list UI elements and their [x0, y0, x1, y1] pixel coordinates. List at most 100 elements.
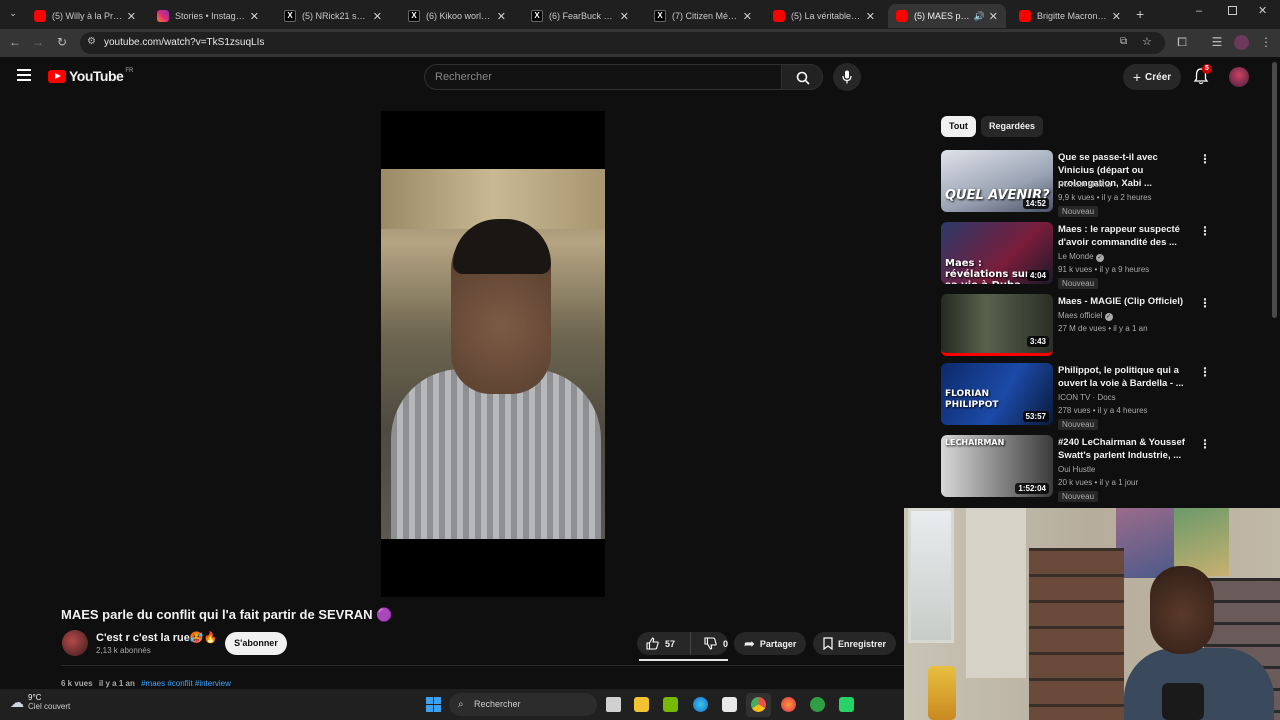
share-icon: ➦	[744, 635, 755, 651]
file-explorer-icon[interactable]	[634, 697, 649, 712]
recommendation-title[interactable]: #240 LeChairman & Youssef Swatt's parlen…	[1058, 436, 1193, 462]
recommendation-channel[interactable]: Romain Molina	[1058, 180, 1111, 189]
extensions-icon[interactable]: ⧠	[1174, 35, 1190, 50]
share-button[interactable]: ➦ Partager	[734, 632, 807, 655]
audio-playing-icon[interactable]: 🔊	[974, 11, 985, 22]
youtube-header: YouTube FR Rechercher + Créer 5	[0, 57, 1280, 97]
save-button[interactable]: Enregistrer	[813, 632, 897, 655]
close-tab-icon[interactable]: ✕	[743, 10, 752, 23]
install-app-icon[interactable]: ⧉	[1120, 36, 1127, 47]
search-input[interactable]: Rechercher	[424, 64, 782, 90]
video-thumbnail[interactable]: LECHAIRMAN 1:52:04	[941, 435, 1053, 497]
chip-watched[interactable]: Regardées	[981, 116, 1044, 137]
recommendation-item[interactable]: LECHAIRMAN 1:52:04 #240 LeChairman & You…	[941, 435, 1211, 502]
youtube-icon	[896, 10, 908, 22]
hashtags[interactable]: #maes #conflit #interview	[141, 679, 231, 688]
video-player[interactable]	[381, 111, 605, 597]
search-button[interactable]	[781, 64, 823, 90]
recommendation-item[interactable]: Maes : révélations sur sa vie à Duba 4:0…	[941, 222, 1211, 289]
like-button[interactable]: 57	[637, 632, 691, 655]
close-tab-icon[interactable]: ✕	[620, 10, 629, 23]
recommendation-channel[interactable]: Maes officiel ✓	[1058, 311, 1113, 321]
address-bar[interactable]: ⚙ youtube.com/watch?v=TkS1zsuqLIs ⧉ ☆	[80, 32, 1165, 54]
tab-search-button[interactable]: ⌄	[6, 8, 20, 22]
close-tab-icon[interactable]: ✕	[866, 10, 875, 23]
close-tab-icon[interactable]: ✕	[1112, 10, 1121, 23]
channel-name[interactable]: C'est r c'est la rue🥵🔥	[96, 631, 217, 644]
subscribe-button[interactable]: S'abonner	[225, 632, 287, 655]
browser-tab[interactable]: (5) Willy à la Prod - Yo ✕	[26, 4, 144, 28]
close-tab-icon[interactable]: ✕	[127, 10, 136, 23]
browser-tab[interactable]: X (6) Kikoo world (@Ki ✕	[396, 4, 514, 28]
dislike-button[interactable]: 0	[696, 632, 728, 655]
more-options-icon[interactable]: ⋮	[1199, 365, 1211, 379]
recommendation-channel[interactable]: Le Monde ✓	[1058, 252, 1104, 262]
browser-tab[interactable]: Stories • Instagram ✕	[149, 4, 267, 28]
edge-icon[interactable]	[693, 697, 708, 712]
bookmark-star-icon[interactable]: ☆	[1142, 35, 1152, 48]
browser-tab-active[interactable]: (5) MAES parle d 🔊 ✕	[888, 4, 1006, 28]
minimize-button[interactable]: –	[1196, 5, 1202, 17]
voice-search-button[interactable]	[833, 63, 861, 91]
more-options-icon[interactable]: ⋮	[1199, 224, 1211, 238]
channel-avatar[interactable]	[62, 630, 88, 656]
close-tab-icon[interactable]: ✕	[989, 10, 998, 23]
firefox-icon[interactable]	[781, 697, 796, 712]
recommendation-item[interactable]: QUEL AVENIR? 14:52 Que se passe-t-il ave…	[941, 150, 1211, 217]
recommendation-title[interactable]: Maes : le rappeur suspecté d'avoir comma…	[1058, 223, 1193, 249]
view-count: 6 k vues	[61, 679, 93, 688]
browser-menu-icon[interactable]: ⋮	[1258, 35, 1274, 49]
hamburger-menu-icon[interactable]	[17, 69, 31, 81]
weather-widget[interactable]: ☁ 9°C Ciel couvert	[10, 693, 70, 711]
taskbar-search[interactable]: ⌕ Rechercher	[449, 693, 597, 716]
video-duration: 3:43	[1026, 336, 1049, 347]
notifications-button[interactable]: 5	[1193, 64, 1212, 90]
more-options-icon[interactable]: ⋮	[1199, 152, 1211, 166]
reload-icon[interactable]: ↻	[54, 35, 70, 49]
video-person-shirt	[391, 369, 601, 539]
back-icon[interactable]: ←	[7, 35, 23, 49]
browser-tab[interactable]: X (7) Citizen Média ✏ ✕	[642, 4, 760, 28]
task-view-icon[interactable]	[606, 697, 621, 712]
store-icon[interactable]	[722, 697, 737, 712]
video-thumbnail[interactable]: 3:43	[941, 294, 1053, 356]
recommendation-title[interactable]: Maes - MAGIE (Clip Officiel)	[1058, 295, 1193, 308]
restore-button[interactable]	[1228, 6, 1237, 15]
recommendation-channel[interactable]: Oui Hustle	[1058, 465, 1095, 474]
subscriber-count: 2,13 k abonnés	[96, 646, 151, 655]
new-tab-button[interactable]: +	[1136, 6, 1144, 22]
reading-list-icon[interactable]: ☰	[1209, 35, 1225, 49]
nvidia-icon[interactable]	[663, 697, 678, 712]
windows-start-icon[interactable]	[426, 697, 441, 712]
recommendation-item[interactable]: FLORIAN PHILIPPOT 53:57 Philippot, le po…	[941, 363, 1211, 430]
recommendation-item[interactable]: 3:43 Maes - MAGIE (Clip Officiel) Maes o…	[941, 294, 1211, 358]
page-scrollbar[interactable]	[1272, 62, 1277, 318]
new-badge: Nouveau	[1058, 491, 1099, 502]
xbox-app-icon[interactable]	[810, 697, 825, 712]
video-thumbnail[interactable]: Maes : révélations sur sa vie à Duba 4:0…	[941, 222, 1053, 284]
chip-all[interactable]: Tout	[941, 116, 976, 137]
like-underline	[639, 659, 728, 661]
close-window-button[interactable]: ✕	[1258, 4, 1267, 17]
recommendation-title[interactable]: Philippot, le politique qui a ouvert la …	[1058, 364, 1193, 390]
more-options-icon[interactable]: ⋮	[1199, 296, 1211, 310]
more-options-icon[interactable]: ⋮	[1199, 437, 1211, 451]
description-preview[interactable]: 6 k vues il y a 1 an #maes #conflit #int…	[61, 679, 231, 688]
forward-icon[interactable]: →	[30, 35, 46, 49]
browser-tab[interactable]: X (6) FearBuck sur X : " ✕	[519, 4, 637, 28]
browser-tab[interactable]: X (5) NRick21 sur X : "M ✕	[272, 4, 390, 28]
close-tab-icon[interactable]: ✕	[250, 10, 259, 23]
youtube-logo[interactable]: YouTube FR	[48, 68, 133, 84]
browser-tab[interactable]: (5) La véritable histo ✕	[765, 4, 883, 28]
account-avatar[interactable]	[1229, 67, 1249, 87]
create-button[interactable]: + Créer	[1123, 64, 1181, 90]
video-thumbnail[interactable]: FLORIAN PHILIPPOT 53:57	[941, 363, 1053, 425]
browser-tab[interactable]: Brigitte Macron : pro ✕	[1011, 4, 1129, 28]
close-tab-icon[interactable]: ✕	[497, 10, 506, 23]
close-tab-icon[interactable]: ✕	[373, 10, 382, 23]
whatsapp-icon[interactable]	[839, 697, 854, 712]
recommendation-channel[interactable]: ICON TV · Docs	[1058, 393, 1116, 402]
profile-avatar[interactable]	[1234, 35, 1249, 50]
site-info-icon[interactable]: ⚙	[87, 36, 96, 47]
video-thumbnail[interactable]: QUEL AVENIR? 14:52	[941, 150, 1053, 212]
